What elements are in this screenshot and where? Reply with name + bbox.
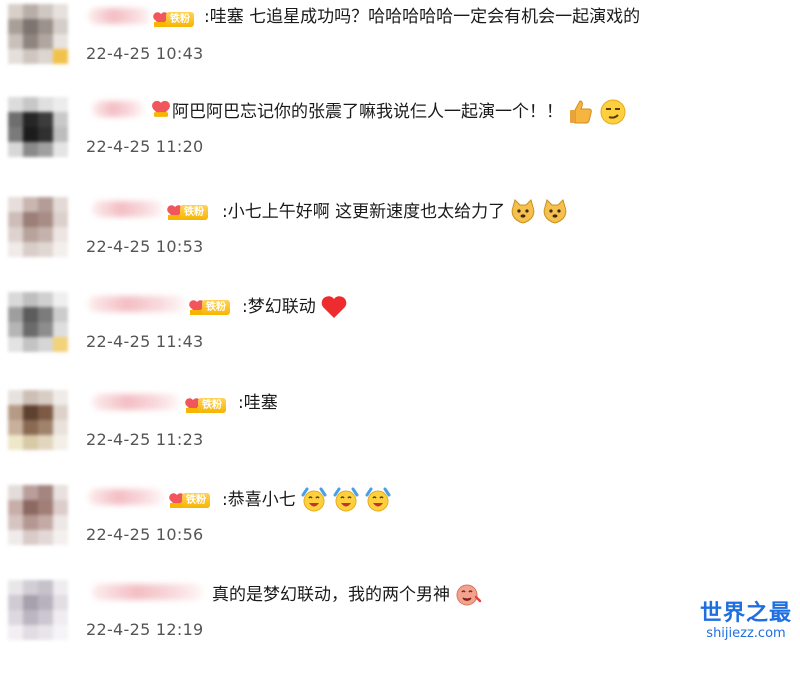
comment-timestamp: 22-4-25 11:43 [86, 332, 204, 351]
site-watermark: 世界之最 shijiezz.com [700, 601, 792, 641]
comment-timestamp: 22-4-25 10:43 [86, 44, 204, 63]
username-blurred[interactable] [88, 8, 152, 24]
comment-body: :哇塞 七追星成功吗？哈哈哈哈哈一定会有机会一起演戏的 [204, 7, 641, 27]
comment-body: :梦幻联动 [242, 297, 316, 317]
fan-badge: 铁粉 [184, 394, 236, 416]
comment-item: 铁粉 :小七上午好啊 这更新速度也太给力了 22-4-25 10:53 [0, 193, 800, 290]
comment-item: 铁粉 :梦幻联动 22-4-25 11:43 [0, 288, 800, 385]
badge-label: 铁粉 [182, 493, 210, 508]
username-blurred[interactable] [92, 201, 164, 217]
comment-timestamp: 22-4-25 11:20 [86, 137, 204, 156]
comment-timestamp: 22-4-25 11:23 [86, 430, 204, 449]
comment-text: :梦幻联动 [242, 293, 348, 321]
red-heart-emoji [321, 296, 347, 318]
thumbs-up-emoji [570, 100, 592, 124]
smirk-emoji [600, 99, 626, 125]
comment-text: :恭喜小七 [222, 486, 392, 514]
cheering-emoji [333, 487, 359, 512]
avatar[interactable] [8, 390, 68, 450]
badge-label: 铁粉 [202, 300, 230, 315]
comment-body: :恭喜小七 [222, 490, 296, 510]
comment-timestamp: 22-4-25 12:19 [86, 620, 204, 639]
cheering-emoji [301, 487, 327, 512]
comment-text: :小七上午好啊 这更新速度也太给力了 [222, 198, 569, 226]
badge-label: 铁粉 [180, 205, 208, 220]
comment-body: 阿巴阿巴忘记你的张震了嘛我说仨人一起演一个！！ [172, 102, 563, 122]
avatar[interactable] [8, 97, 68, 157]
comment-item: 铁粉 :恭喜小七 22-4-25 10:56 [0, 481, 800, 578]
username-blurred[interactable] [92, 101, 144, 117]
username-blurred[interactable] [88, 296, 186, 312]
comment-text: :哇塞 [238, 391, 278, 415]
cheering-emoji [365, 487, 391, 512]
comment-item: 铁粉 :哇塞 22-4-25 11:23 [0, 386, 800, 483]
drooling-emoji [456, 584, 482, 606]
username-blurred[interactable] [92, 584, 204, 600]
watermark-title: 世界之最 [699, 601, 792, 626]
doge-emoji [511, 199, 535, 224]
comment-text: 阿巴阿巴忘记你的张震了嘛我说仨人一起演一个！！ [150, 98, 627, 126]
comment-timestamp: 22-4-25 10:56 [86, 525, 204, 544]
username-blurred[interactable] [88, 489, 164, 505]
fan-badge: 铁粉 [168, 489, 220, 511]
badge-label: 铁粉 [198, 398, 226, 413]
badge-label: 铁粉 [166, 12, 194, 27]
comment-item: 真的是梦幻联动，我的两个男神 22-4-25 12:19 [0, 576, 800, 673]
comment-text: :哇塞 七追星成功吗？哈哈哈哈哈一定会有机会一起演戏的 [204, 5, 640, 29]
avatar[interactable] [8, 580, 68, 640]
comment-body: 真的是梦幻联动，我的两个男神 [212, 585, 450, 605]
badge-heart-icon [152, 100, 170, 117]
fan-badge: 铁粉 [166, 201, 218, 223]
doge-emoji [543, 199, 567, 224]
avatar[interactable] [8, 4, 68, 64]
fan-badge: 铁粉 [188, 296, 240, 318]
fan-badge: 铁粉 [152, 8, 204, 30]
comment-item: 阿巴阿巴忘记你的张震了嘛我说仨人一起演一个！！ 22-4-25 11:20 [0, 93, 800, 190]
avatar[interactable] [8, 197, 68, 257]
comment-text: 真的是梦幻联动，我的两个男神 [212, 581, 482, 609]
avatar[interactable] [8, 485, 68, 545]
avatar[interactable] [8, 292, 68, 352]
watermark-url: shijiezz.com [706, 626, 786, 641]
comment-timestamp: 22-4-25 10:53 [86, 237, 204, 256]
comment-body: :小七上午好啊 这更新速度也太给力了 [222, 202, 506, 222]
comment-item: 铁粉 :哇塞 七追星成功吗？哈哈哈哈哈一定会有机会一起演戏的 22-4-25 1… [0, 0, 800, 97]
username-blurred[interactable] [92, 394, 180, 410]
comment-body: :哇塞 [238, 393, 278, 413]
